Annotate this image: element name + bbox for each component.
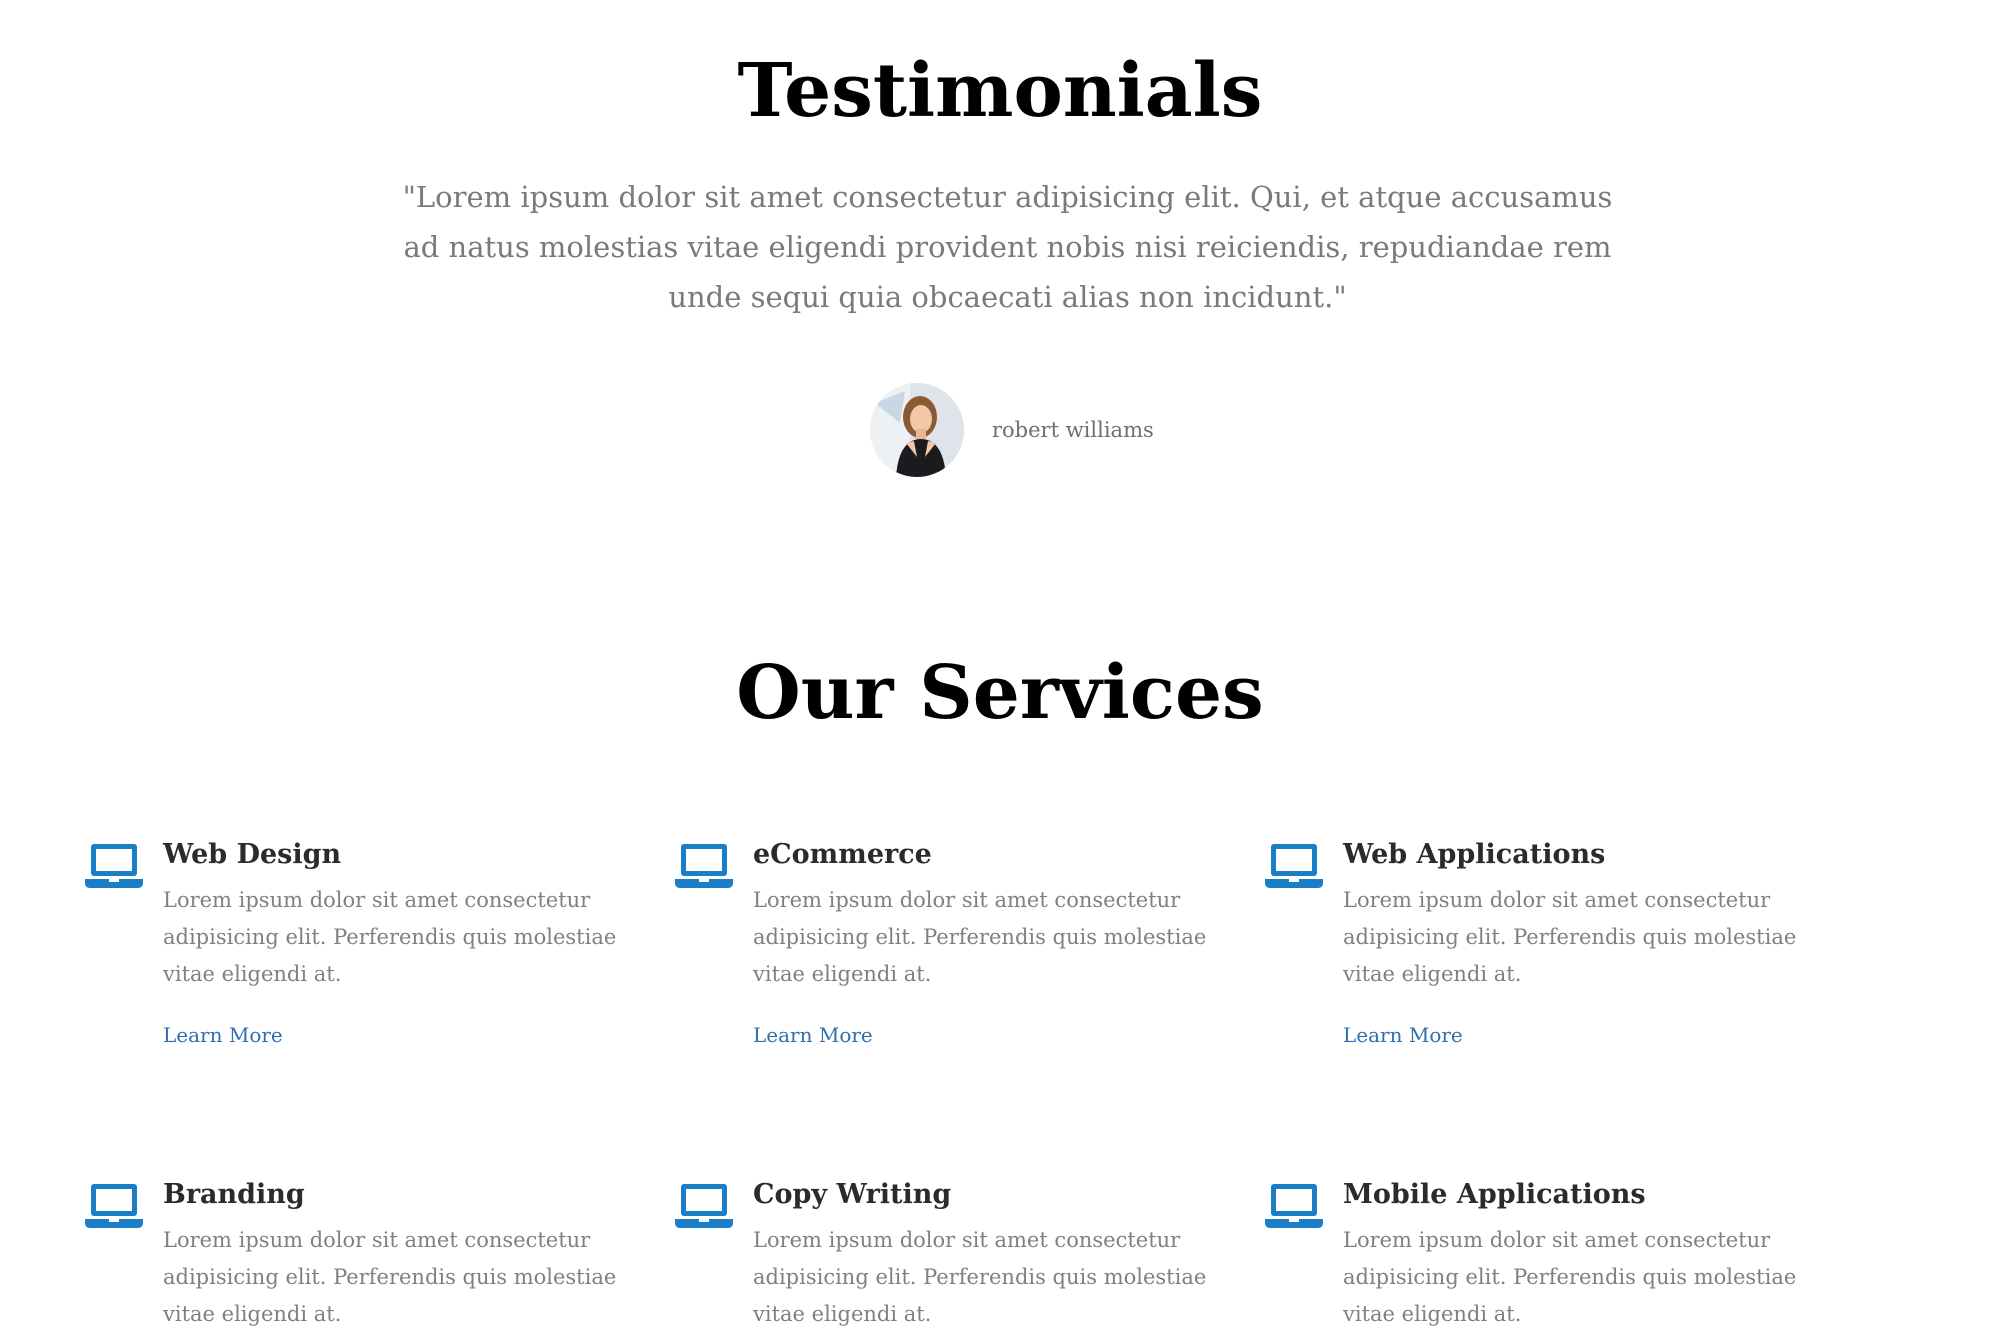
laptop-icon [675, 1182, 733, 1230]
testimonial-quote: "Lorem ipsum dolor sit amet consectetur … [402, 180, 1613, 314]
service-description: Lorem ipsum dolor sit amet consectetur a… [753, 888, 1207, 986]
service-title: eCommerce [753, 839, 932, 870]
service-description: Lorem ipsum dolor sit amet consectetur a… [1343, 888, 1797, 986]
avatar [870, 383, 964, 477]
service-title: Web Applications [1343, 839, 1606, 870]
learn-more-link[interactable]: Learn More [1343, 1023, 1463, 1047]
laptop-icon [1265, 842, 1323, 890]
service-description: Lorem ipsum dolor sit amet consectetur a… [163, 1228, 617, 1326]
service-title: Copy Writing [753, 1179, 952, 1210]
laptop-icon [675, 842, 733, 890]
laptop-icon [85, 1182, 143, 1230]
testimonials-title: Testimonials [737, 48, 1263, 134]
laptop-icon [1265, 1182, 1323, 1230]
service-description: Lorem ipsum dolor sit amet consectetur a… [163, 888, 617, 986]
author-name: robert williams [992, 418, 1154, 442]
learn-more-link[interactable]: Learn More [163, 1023, 283, 1047]
learn-more-link[interactable]: Learn More [753, 1023, 873, 1047]
service-description: Lorem ipsum dolor sit amet consectetur a… [753, 1228, 1207, 1326]
service-title: Mobile Applications [1343, 1179, 1646, 1210]
laptop-icon [85, 842, 143, 890]
services-title: Our Services [736, 650, 1264, 736]
testimonial-author: robert williams [870, 383, 1154, 477]
service-title: Branding [163, 1179, 305, 1210]
service-title: Web Design [163, 839, 342, 870]
service-description: Lorem ipsum dolor sit amet consectetur a… [1343, 1228, 1797, 1326]
